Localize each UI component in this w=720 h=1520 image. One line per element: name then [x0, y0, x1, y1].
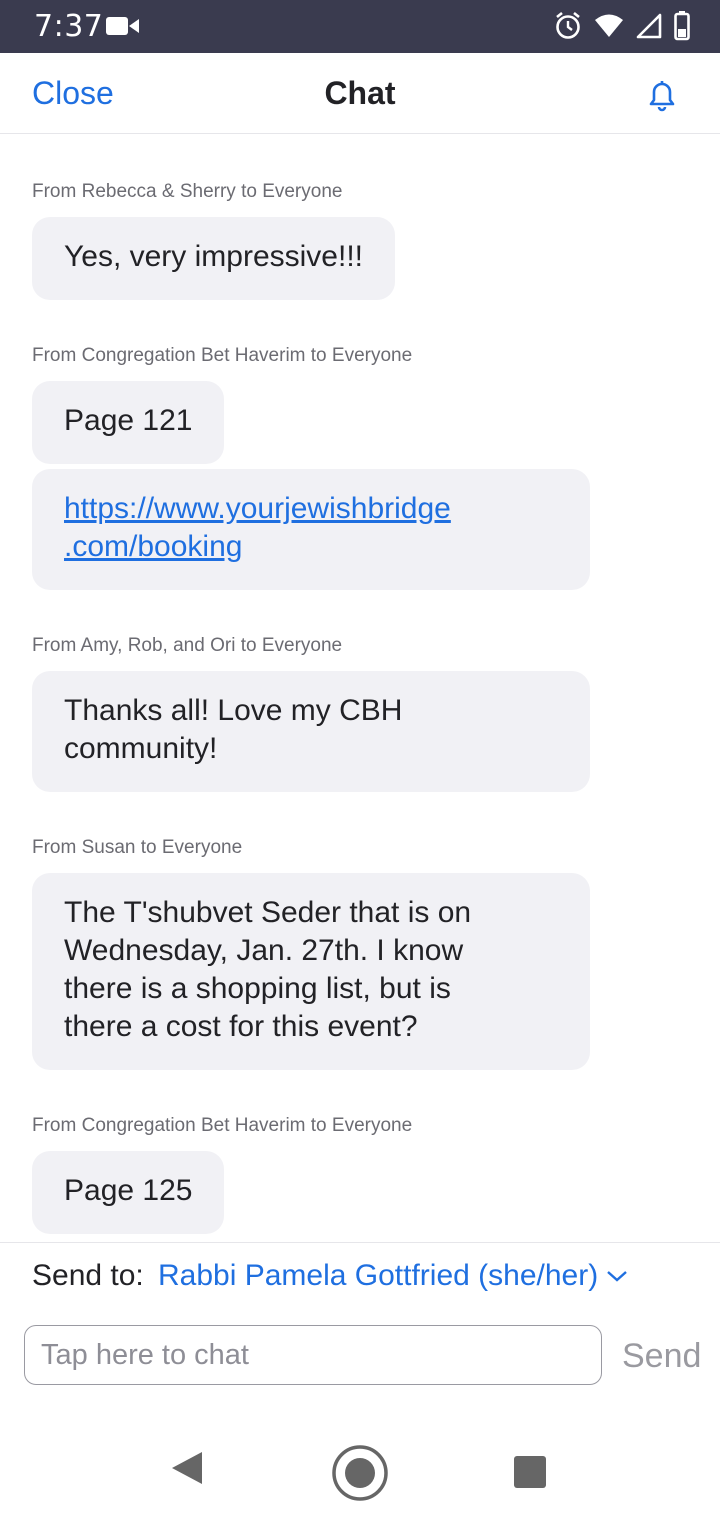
message-link[interactable]: https://www.yourjewishbridge .com/booking — [64, 492, 451, 563]
chat-header: Close Chat — [0, 53, 720, 134]
alarm-icon — [554, 11, 582, 46]
message-sender: From Rebecca & Sherry to Everyone — [32, 181, 343, 202]
chat-message-list[interactable]: From Rebecca & Sherry to Everyone Yes, v… — [0, 134, 720, 1242]
battery-icon — [674, 11, 690, 46]
recent-apps-icon[interactable] — [514, 1456, 546, 1493]
chat-composer: Send to: Rabbi Pamela Gottfried (she/her… — [0, 1242, 720, 1413]
signal-icon — [636, 13, 662, 44]
send-to-recipient-dropdown[interactable]: Rabbi Pamela Gottfried (she/her) — [158, 1259, 628, 1293]
message-bubble: Page 121 — [32, 381, 225, 464]
chevron-down-icon — [607, 1271, 628, 1282]
message-text: Page 125 — [64, 1174, 193, 1207]
status-bar: 7:37 — [0, 0, 720, 53]
message-text: Yes, very impressive!!! — [64, 240, 363, 273]
home-icon[interactable] — [330, 1443, 390, 1508]
message-bubble: https://www.yourjewishbridge .com/booking — [32, 469, 590, 590]
message-sender: From Amy, Rob, and Ori to Everyone — [32, 635, 343, 656]
message-bubble: Yes, very impressive!!! — [32, 217, 395, 300]
send-button[interactable]: Send — [622, 1337, 701, 1376]
message-sender: From Congregation Bet Haverim to Everyon… — [32, 345, 413, 366]
back-icon[interactable] — [170, 1450, 204, 1491]
send-to-recipient: Rabbi Pamela Gottfried (she/her) — [158, 1259, 599, 1292]
message-bubble: Thanks all! Love my CBH community! — [32, 671, 590, 792]
send-to-label: Send to: — [32, 1259, 144, 1292]
message-text: Thanks all! Love my CBH community! — [64, 694, 403, 765]
message-sender: From Congregation Bet Haverim to Everyon… — [32, 1115, 413, 1136]
wifi-icon — [594, 13, 624, 44]
system-navigation-bar — [0, 1412, 720, 1520]
status-icons — [554, 11, 690, 46]
message-bubble: The T'shubvet Seder that is on Wednesday… — [32, 873, 590, 1070]
video-camera-icon — [106, 16, 140, 41]
message-bubble: Page 125 — [32, 1151, 225, 1234]
message-sender: From Susan to Everyone — [32, 837, 243, 858]
status-time: 7:37 — [34, 9, 104, 44]
bell-icon[interactable] — [642, 75, 682, 120]
message-text: The T'shubvet Seder that is on Wednesday… — [64, 896, 472, 1043]
message-text: Page 121 — [64, 404, 193, 437]
page-title: Chat — [324, 75, 396, 111]
chat-input[interactable] — [24, 1325, 602, 1385]
